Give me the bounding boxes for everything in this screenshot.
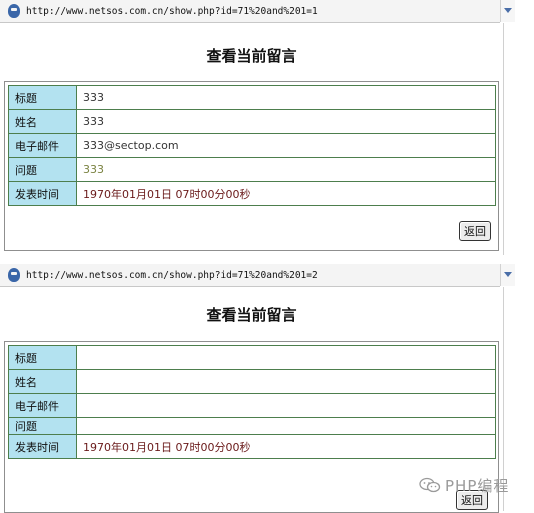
field-value: 333	[76, 85, 496, 110]
back-button[interactable]: 返回	[459, 221, 491, 241]
field-label: 发表时间	[8, 181, 77, 206]
ie-icon	[8, 268, 20, 282]
watermark-text: PHP编程	[445, 476, 510, 495]
table-row: 问题 333	[8, 157, 496, 182]
table-row: 姓名 333	[8, 109, 496, 134]
field-label: 标题	[8, 345, 77, 370]
field-value: 1970年01月01日 07时00分00秒	[76, 181, 496, 206]
field-value	[76, 345, 496, 370]
field-label: 姓名	[8, 369, 77, 394]
field-label: 电子邮件	[8, 133, 77, 158]
page-title: 查看当前留言	[206, 47, 297, 65]
field-value	[76, 369, 496, 394]
chevron-down-icon	[504, 272, 512, 277]
address-url[interactable]: http://www.netsos.com.cn/show.php?id=71%…	[26, 270, 318, 281]
field-value: 333	[76, 109, 496, 134]
field-label: 发表时间	[8, 434, 77, 459]
field-label: 问题	[8, 417, 77, 435]
table-row: 电子邮件	[8, 393, 496, 418]
address-bar[interactable]: http://www.netsos.com.cn/show.php?id=71%…	[0, 264, 500, 287]
table-row: 标题 333	[8, 85, 496, 110]
field-value: 1970年01月01日 07时00分00秒	[76, 434, 496, 459]
table-row: 电子邮件 333@sectop.com	[8, 133, 496, 158]
ie-icon	[8, 4, 20, 18]
table-row: 问题	[8, 417, 496, 435]
field-label: 标题	[8, 85, 77, 110]
message-frame: 标题 333 姓名 333 电子邮件 333@sectop.com 问题 333…	[4, 81, 499, 251]
field-value: 333@sectop.com	[76, 133, 496, 158]
watermark: PHP编程	[419, 474, 509, 496]
message-table: 标题 姓名 电子邮件 问题 发表时间 1970年01月01日 07时00分00秒	[8, 345, 496, 459]
field-value: 333	[76, 157, 496, 182]
field-label: 电子邮件	[8, 393, 77, 418]
field-value	[76, 393, 496, 418]
scroll-down-arrow[interactable]	[500, 0, 515, 22]
page-title: 查看当前留言	[206, 306, 297, 324]
table-row: 姓名	[8, 369, 496, 394]
address-url[interactable]: http://www.netsos.com.cn/show.php?id=71%…	[26, 6, 318, 17]
browser-window-top: http://www.netsos.com.cn/show.php?id=71%…	[0, 0, 534, 255]
chevron-down-icon	[504, 8, 512, 13]
address-bar[interactable]: http://www.netsos.com.cn/show.php?id=71%…	[0, 0, 500, 23]
message-table: 标题 333 姓名 333 电子邮件 333@sectop.com 问题 333…	[8, 85, 496, 206]
table-row: 发表时间 1970年01月01日 07时00分00秒	[8, 434, 496, 459]
page-content: 查看当前留言 标题 333 姓名 333 电子邮件 333@sectop.com…	[0, 23, 504, 255]
field-label: 问题	[8, 157, 77, 182]
scroll-down-arrow[interactable]	[500, 264, 515, 286]
table-row: 标题	[8, 345, 496, 370]
table-row: 发表时间 1970年01月01日 07时00分00秒	[8, 181, 496, 206]
field-label: 姓名	[8, 109, 77, 134]
wechat-icon	[419, 477, 441, 493]
field-value	[76, 417, 496, 435]
